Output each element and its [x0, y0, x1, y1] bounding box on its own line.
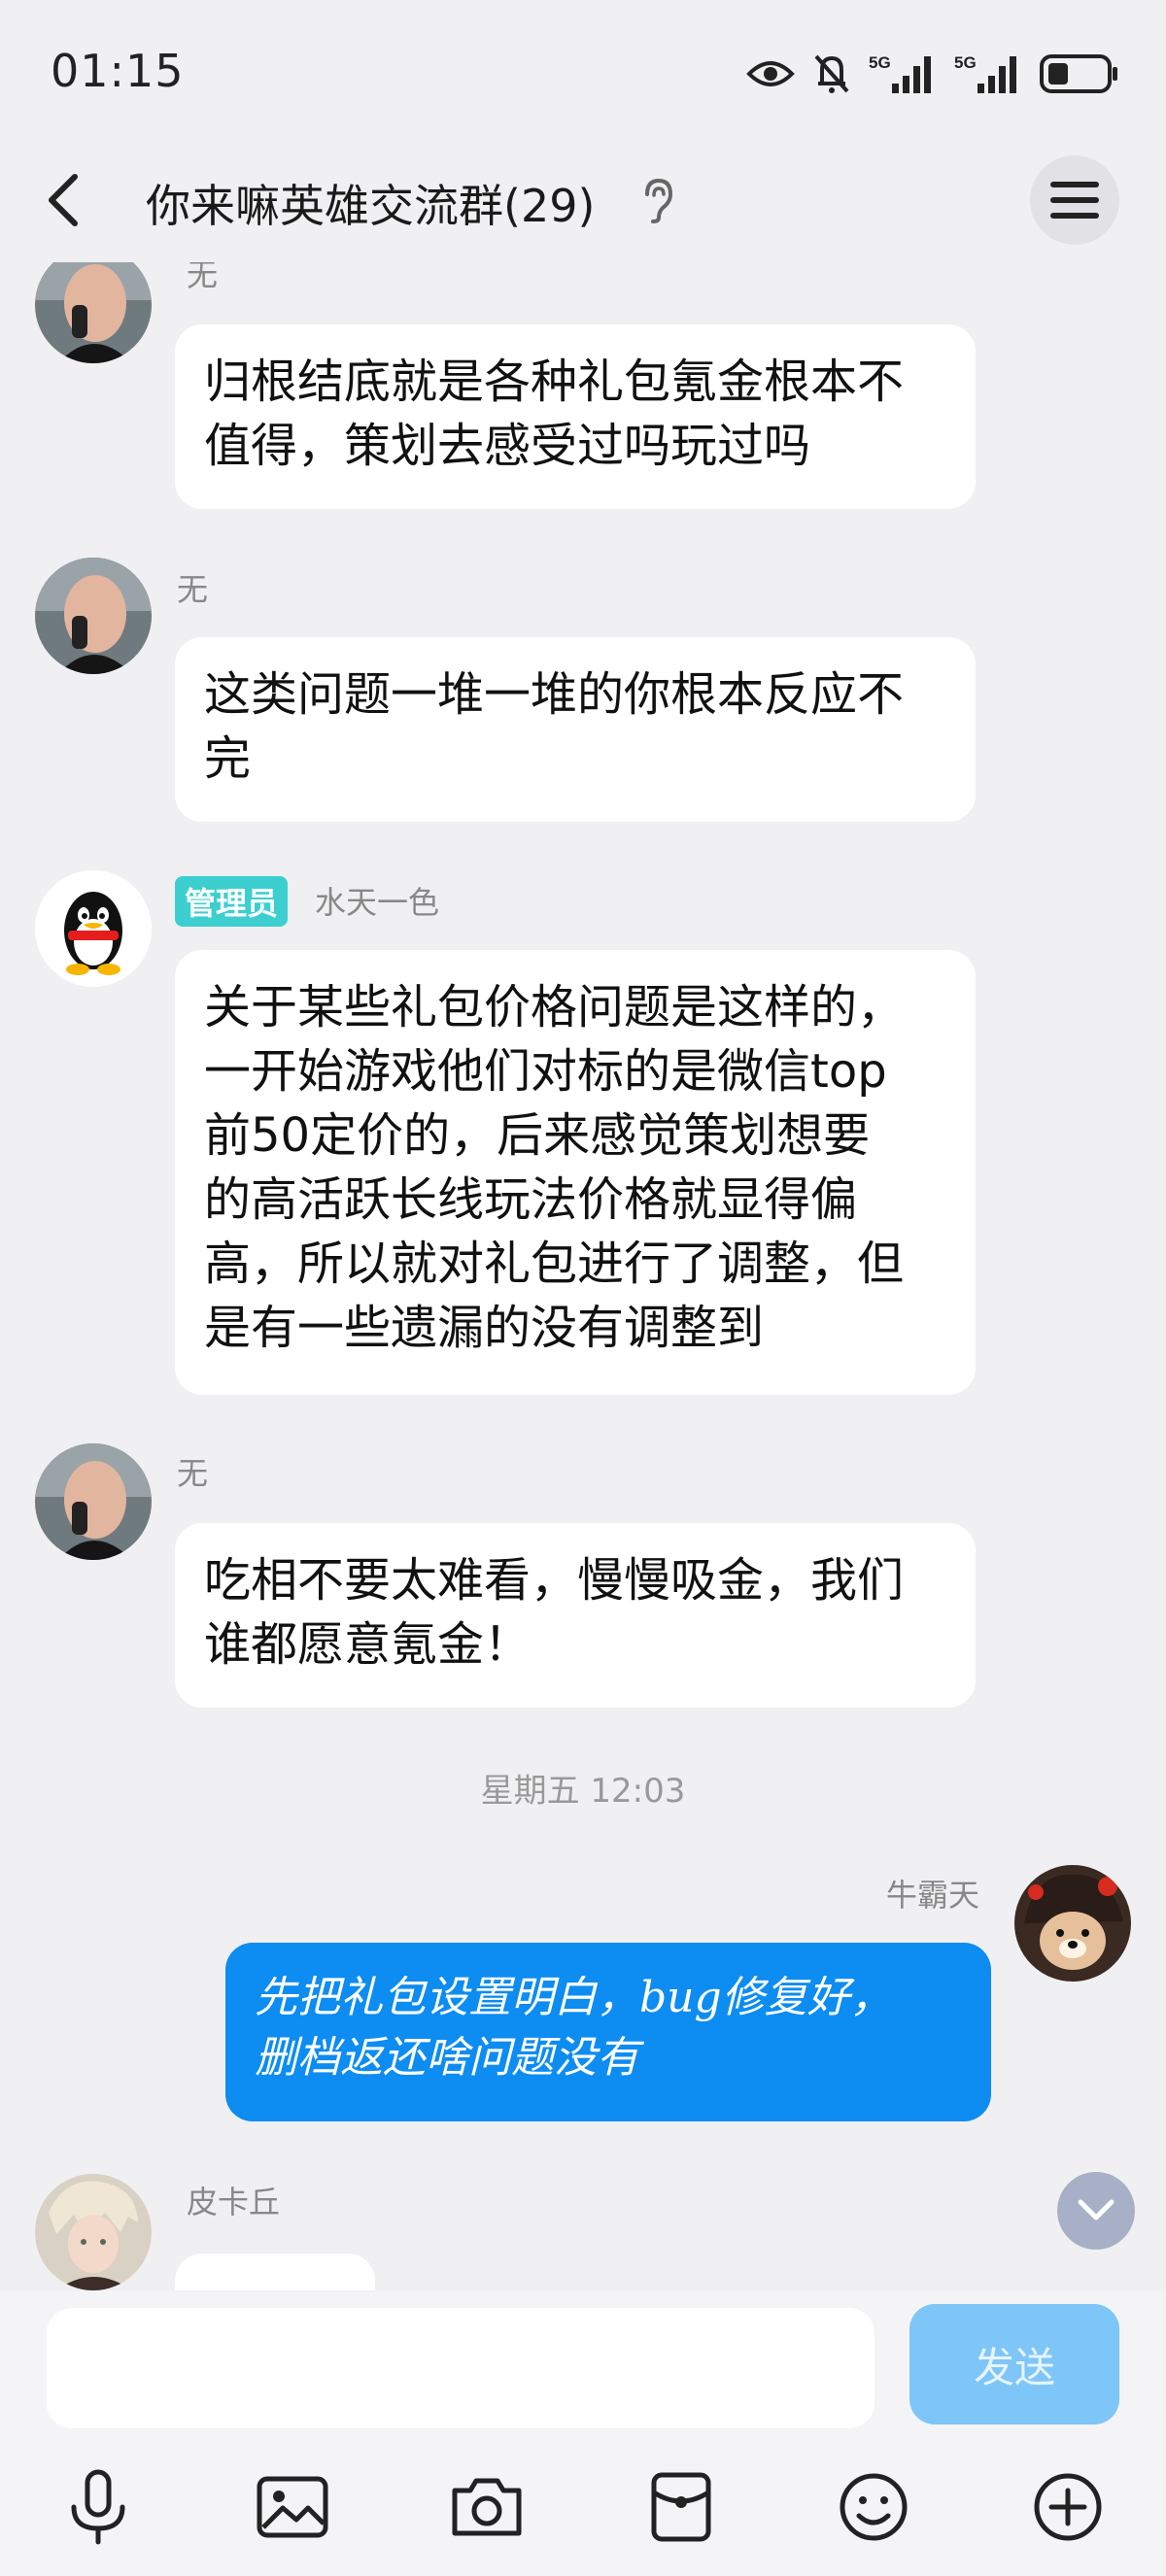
menu-icon — [1050, 182, 1099, 219]
svg-text:5G: 5G — [954, 53, 977, 72]
message-text-line: 吃相不要太难看，慢慢吸金，我们 — [204, 1553, 905, 1608]
message-text-line: 删档返还啥问题没有 — [255, 2033, 639, 2083]
title-bar: 你来嘛英雄交流群(29) — [0, 146, 1166, 253]
sender-name: 水天一色 — [315, 884, 440, 921]
sender-name: 无 — [177, 1455, 209, 1492]
message-input[interactable] — [47, 2308, 874, 2428]
message-bubble[interactable]: 这类问题一堆一堆的你根本反应不 完 — [175, 637, 976, 822]
message-text-line: 高，所以就对礼包进行了调整，但 — [204, 1237, 905, 1291]
avatar[interactable] — [35, 558, 152, 674]
menu-button[interactable] — [1030, 155, 1119, 245]
emoji-icon[interactable] — [830, 2463, 917, 2551]
avatar[interactable] — [35, 870, 152, 987]
message-text-line: 值得，策划去感受过吗玩过吗 — [204, 419, 811, 473]
status-time: 01:15 — [51, 45, 185, 97]
sender-name: 无 — [177, 571, 209, 608]
admin-badge: 管理员 — [175, 876, 289, 927]
timestamp: 星期五 12:03 — [480, 1772, 686, 1811]
sender-name: 皮卡丘 — [187, 2184, 281, 2220]
eye-icon — [746, 56, 795, 91]
signal-5g-icon: 5G — [869, 52, 937, 95]
avatar[interactable] — [35, 2174, 152, 2290]
plus-icon[interactable] — [1024, 2463, 1112, 2551]
message-text-line: 完 — [204, 731, 252, 786]
mute-bell-icon — [812, 52, 851, 95]
avatar[interactable] — [1014, 1865, 1131, 1982]
battery-icon — [1040, 53, 1119, 94]
sender-name: 无 — [187, 262, 219, 293]
avatar[interactable] — [35, 262, 152, 363]
message-text-line: 关于某些礼包价格问题是这样的， — [204, 980, 905, 1034]
input-bar: 发送 — [0, 2290, 1166, 2436]
message-bubble[interactable]: 归根结底就是各种礼包氪金根本不 值得，策划去感受过吗玩过吗 — [175, 324, 976, 509]
back-icon — [49, 174, 78, 226]
message-text-line: 归根结底就是各种礼包氪金根本不 — [204, 355, 905, 409]
chat-title[interactable]: 你来嘛英雄交流群(29) — [146, 171, 595, 235]
message-text-line: 是有一些遗漏的没有调整到 — [204, 1301, 765, 1355]
message-text-line: 谁都愿意氪金！ — [204, 1617, 532, 1672]
ear-icon[interactable] — [641, 177, 674, 227]
message-text-line: 前50定价的，后来感觉策划想要 — [204, 1108, 871, 1163]
back-button[interactable] — [29, 163, 97, 237]
message-bubble[interactable] — [175, 2254, 375, 2290]
red-packet-icon[interactable] — [637, 2463, 725, 2551]
signal-5g-icon: 5G — [954, 52, 1022, 95]
microphone-icon[interactable] — [54, 2463, 142, 2551]
status-icons: 5G 5G — [746, 47, 1119, 101]
message-text-line: 这类问题一堆一堆的你根本反应不 — [204, 667, 905, 722]
message-text-line: 的高活跃长线玩法价格就显得偏 — [204, 1172, 858, 1227]
avatar[interactable] — [35, 1443, 152, 1560]
message-text-line: 一开始游戏他们对标的是微信top — [204, 1044, 887, 1099]
message-bubble[interactable]: 吃相不要太难看，慢慢吸金，我们 谁都愿意氪金！ — [175, 1523, 976, 1708]
message-text-line: 先把礼包设置明白，bug修复好， — [255, 1973, 893, 2022]
chevron-down-icon — [1078, 2199, 1115, 2220]
input-toolbar — [0, 2436, 1166, 2576]
camera-icon[interactable] — [443, 2463, 531, 2551]
scroll-to-bottom-button[interactable] — [1057, 2172, 1135, 2250]
sender-name: 牛霸天 — [885, 1877, 979, 1914]
image-icon[interactable] — [249, 2463, 336, 2551]
status-bar: 01:15 5G 5G — [0, 0, 1166, 146]
message-bubble-self[interactable]: 先把礼包设置明白，bug修复好， 删档返还啥问题没有 — [225, 1943, 991, 2121]
chat-screen: 01:15 5G 5G 你来嘛英雄交流群(29) 无 归根结底就是各种礼包氪金根… — [0, 0, 1166, 2576]
message-list[interactable]: 无 归根结底就是各种礼包氪金根本不 值得，策划去感受过吗玩过吗 无 这类问题一堆… — [0, 262, 1166, 2290]
message-bubble[interactable]: 关于某些礼包价格问题是这样的， 一开始游戏他们对标的是微信top 前50定价的，… — [175, 950, 976, 1395]
send-button[interactable]: 发送 — [909, 2304, 1119, 2424]
svg-text:5G: 5G — [869, 53, 891, 72]
